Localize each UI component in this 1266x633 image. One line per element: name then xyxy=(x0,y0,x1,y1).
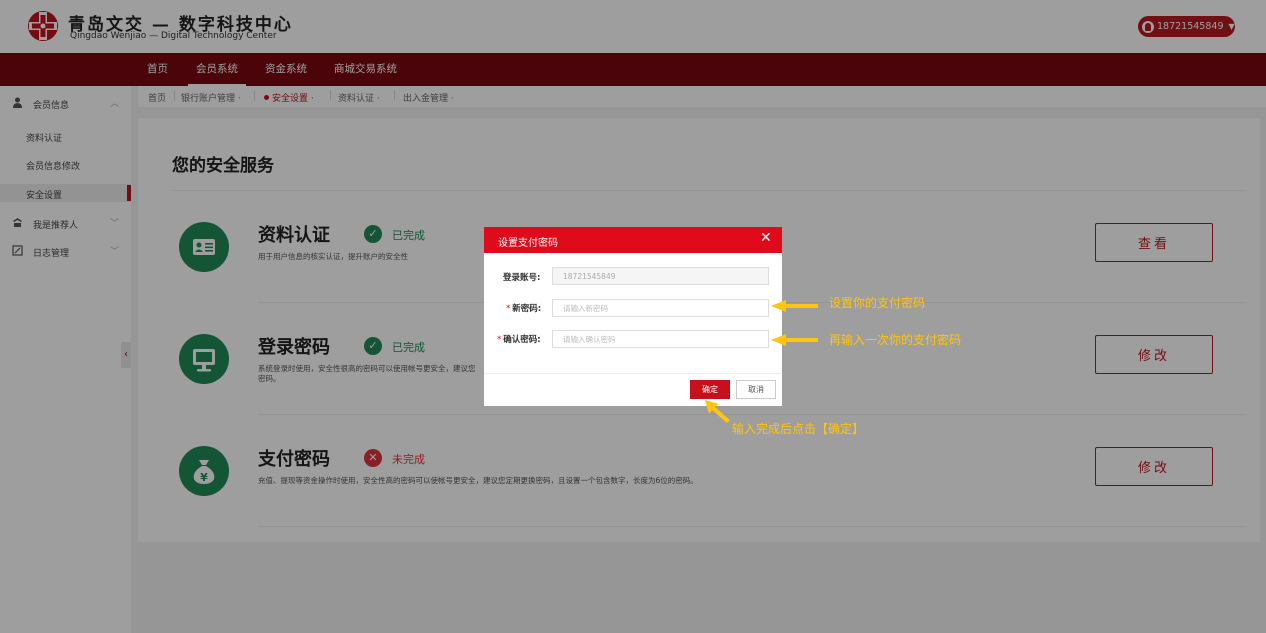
annotation-arrows xyxy=(705,300,818,423)
arrow-left-icon xyxy=(771,334,818,346)
arrow-left-icon xyxy=(771,300,818,312)
annotation-set-password: 设置你的支付密码 xyxy=(829,296,926,310)
annotation-confirm-password: 再输入一次你的支付密码 xyxy=(829,333,962,347)
arrow-up-left-icon xyxy=(705,400,730,423)
annotation-click-confirm: 输入完成后点击【确定】 xyxy=(732,422,865,436)
